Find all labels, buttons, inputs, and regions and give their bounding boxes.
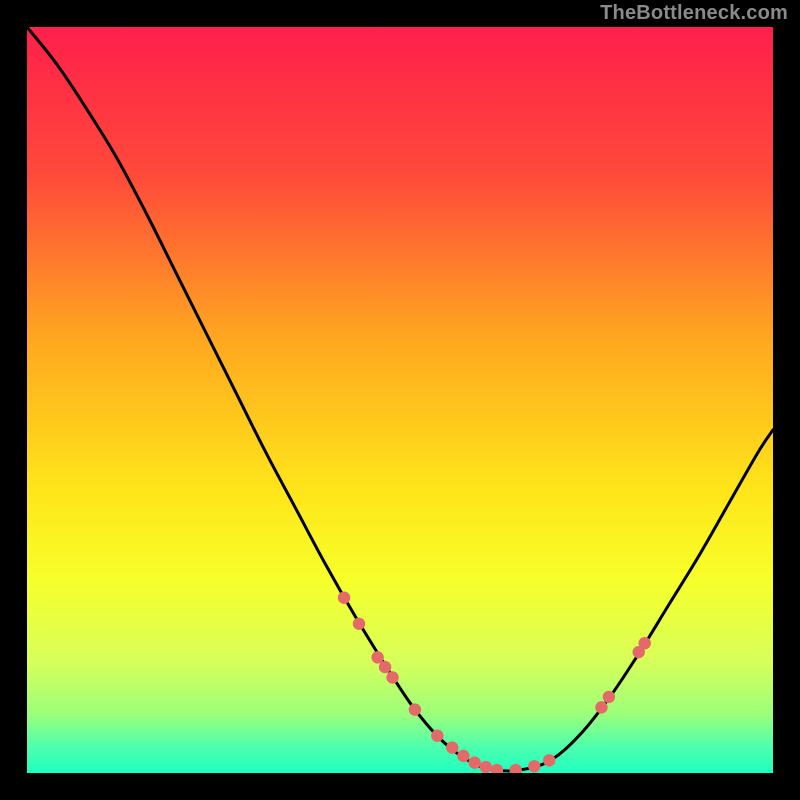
- chart-frame: TheBottleneck.com: [0, 0, 800, 800]
- marker-point: [603, 691, 615, 703]
- watermark-text: TheBottleneck.com: [600, 2, 788, 25]
- marker-point: [480, 761, 492, 773]
- marker-point: [468, 756, 480, 768]
- marker-point: [595, 701, 607, 713]
- marker-point: [386, 671, 398, 683]
- marker-point: [353, 618, 365, 630]
- marker-point: [371, 651, 383, 663]
- marker-point: [528, 760, 540, 772]
- marker-point: [543, 754, 555, 766]
- chart-svg: [27, 27, 773, 773]
- gradient-background: [27, 27, 773, 773]
- marker-point: [338, 591, 350, 603]
- marker-point: [409, 703, 421, 715]
- marker-point: [457, 750, 469, 762]
- marker-point: [446, 741, 458, 753]
- plot-area: [27, 27, 773, 773]
- marker-point: [431, 730, 443, 742]
- marker-point: [638, 637, 650, 649]
- marker-point: [379, 661, 391, 673]
